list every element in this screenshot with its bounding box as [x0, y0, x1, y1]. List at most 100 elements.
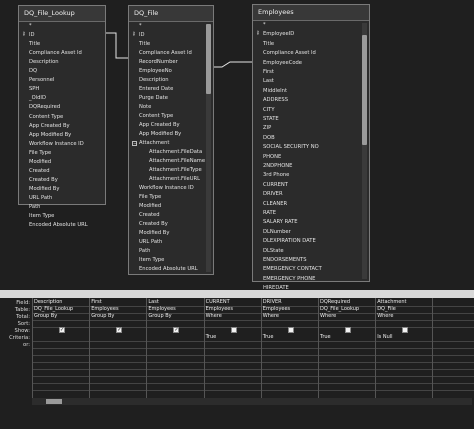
- grid-cell-sort[interactable]: [433, 320, 474, 328]
- scrollbar-thumb[interactable]: [362, 35, 367, 145]
- field-item[interactable]: DQRequired: [29, 104, 60, 110]
- scrollbar-thumb[interactable]: [46, 399, 62, 404]
- field-item[interactable]: Compliance Asset Id: [139, 50, 192, 56]
- field-item[interactable]: Created By: [139, 221, 168, 227]
- field-item[interactable]: DOB: [263, 135, 275, 141]
- field-item[interactable]: EmployeeID: [263, 31, 294, 37]
- field-item[interactable]: Content Type: [29, 114, 63, 120]
- grid-column[interactable]: Description DQ_File_Lookup Group By ✓: [32, 298, 90, 398]
- grid-cell-or[interactable]: [90, 383, 148, 391]
- scrollbar-thumb[interactable]: [206, 24, 211, 94]
- field-item[interactable]: Attachment: [139, 140, 169, 146]
- grid-column[interactable]: [432, 298, 474, 398]
- table-employees[interactable]: Employees * EmployeeID ⚷ Title Compliance As…: [252, 4, 370, 291]
- field-item[interactable]: _OldID: [29, 95, 46, 101]
- field-item[interactable]: Note: [139, 104, 151, 110]
- field-item[interactable]: Title: [29, 41, 40, 47]
- field-item[interactable]: ADDRESS: [263, 97, 288, 103]
- grid-column[interactable]: DRIVER Employees Where True: [260, 298, 319, 398]
- field-item[interactable]: EmployeeNo: [139, 68, 172, 74]
- field-item[interactable]: Attachment.FileName: [149, 158, 205, 164]
- field-item[interactable]: STATE: [263, 116, 279, 122]
- field-item[interactable]: Title: [263, 41, 274, 47]
- field-item[interactable]: Modified By: [29, 186, 59, 192]
- field-item[interactable]: ID: [139, 32, 145, 38]
- field-item[interactable]: DLEXPIRATION DATE: [263, 238, 316, 244]
- table-dq-file-lookup[interactable]: DQ_File_Lookup * ID ⚷ Title Compliance Asset…: [18, 5, 106, 228]
- field-item[interactable]: App Modified By: [29, 132, 71, 138]
- field-item[interactable]: File Type: [139, 194, 161, 200]
- scrollbar[interactable]: [206, 24, 211, 272]
- field-item[interactable]: App Created By: [29, 123, 70, 129]
- field-item[interactable]: CITY: [263, 107, 275, 113]
- field-item[interactable]: Compliance Asset Id: [29, 50, 82, 56]
- field-item[interactable]: Path: [29, 204, 40, 210]
- field-item[interactable]: Entered Date: [139, 86, 173, 92]
- field-item[interactable]: Modified: [139, 203, 161, 209]
- field-item[interactable]: Description: [139, 77, 169, 83]
- scrollbar[interactable]: [362, 23, 367, 279]
- field-item[interactable]: DLState: [263, 248, 284, 254]
- field-item[interactable]: *: [29, 23, 32, 29]
- field-item[interactable]: Encoded Absolute URL: [139, 266, 198, 272]
- field-item[interactable]: EMERGENCY CONTACT: [263, 266, 322, 272]
- show-checkbox[interactable]: ✓: [116, 327, 123, 333]
- field-item[interactable]: Item Type: [29, 213, 54, 219]
- show-checkbox[interactable]: [402, 327, 409, 333]
- field-item[interactable]: Workflow Instance ID: [29, 141, 84, 147]
- table-title[interactable]: Employees: [253, 5, 369, 21]
- field-item[interactable]: Encoded Absolute URL: [29, 222, 88, 228]
- field-item[interactable]: SOCIAL SECURITY NO: [263, 144, 319, 150]
- field-item[interactable]: Modified By: [139, 230, 169, 236]
- field-item[interactable]: PHONE: [263, 154, 281, 160]
- field-item[interactable]: ENDORSEMENTS: [263, 257, 307, 263]
- field-item[interactable]: First: [263, 69, 274, 75]
- grid-column[interactable]: Last Employees Group By ✓: [146, 298, 205, 398]
- grid-horizontal-scrollbar[interactable]: [32, 398, 472, 405]
- field-item[interactable]: Created: [29, 168, 50, 174]
- grid-cell-or[interactable]: [433, 383, 474, 391]
- show-checkbox[interactable]: [230, 327, 237, 333]
- field-item[interactable]: RecordNumber: [139, 59, 178, 65]
- expand-toggle-icon[interactable]: −: [132, 141, 137, 147]
- table-title[interactable]: DQ_File_Lookup: [19, 6, 105, 22]
- field-item[interactable]: SALARY RATE: [263, 219, 298, 225]
- field-item[interactable]: ZIP: [263, 125, 271, 131]
- field-item[interactable]: Attachment.FileURL: [149, 176, 200, 182]
- field-item[interactable]: App Modified By: [139, 131, 181, 137]
- field-item[interactable]: EmployeeCode: [263, 60, 302, 66]
- grid-cell-or[interactable]: [319, 383, 376, 391]
- field-item[interactable]: 3rd Phone: [263, 172, 289, 178]
- show-checkbox[interactable]: ✓: [173, 327, 180, 333]
- field-item[interactable]: *: [139, 23, 142, 29]
- field-item[interactable]: Attachment.FileType: [149, 167, 202, 173]
- grid-cell-or[interactable]: [147, 383, 205, 391]
- grid-column[interactable]: Attachment DQ_File Where Is Null: [375, 298, 434, 398]
- field-item[interactable]: URL Path: [29, 195, 52, 201]
- grid-cell-or[interactable]: [376, 383, 434, 391]
- field-item[interactable]: App Created By: [139, 122, 180, 128]
- field-item[interactable]: MiddleInt: [263, 88, 287, 94]
- table-dq-file[interactable]: DQ_File * ID ⚷ Title Compliance Asset Id Reco…: [128, 5, 214, 275]
- show-checkbox[interactable]: ✓: [59, 327, 65, 333]
- grid-column[interactable]: DQRequired DQ_File_Lookup Where True: [318, 298, 376, 398]
- grid-cell-or[interactable]: [261, 383, 319, 391]
- field-item[interactable]: Title: [139, 41, 150, 47]
- field-item[interactable]: Description: [29, 59, 59, 65]
- field-item[interactable]: Content Type: [139, 113, 173, 119]
- grid-column[interactable]: First Employees Group By ✓: [89, 298, 148, 398]
- grid-cell-or[interactable]: [204, 383, 262, 391]
- field-item[interactable]: Item Type: [139, 257, 164, 263]
- show-checkbox[interactable]: [287, 327, 294, 333]
- field-item[interactable]: Created By: [29, 177, 58, 183]
- show-checkbox[interactable]: [345, 327, 351, 333]
- field-item[interactable]: DLNumber: [263, 229, 291, 235]
- field-item[interactable]: File Type: [29, 150, 51, 156]
- grid-column[interactable]: CURRENT Employees Where True: [203, 298, 262, 398]
- field-item[interactable]: ID: [29, 32, 35, 38]
- field-item[interactable]: Personnel: [29, 77, 54, 83]
- field-item[interactable]: Path: [139, 248, 150, 254]
- field-item[interactable]: RATE: [263, 210, 276, 216]
- field-item[interactable]: DRIVER: [263, 191, 283, 197]
- field-item[interactable]: EMERGENCY PHONE: [263, 276, 315, 282]
